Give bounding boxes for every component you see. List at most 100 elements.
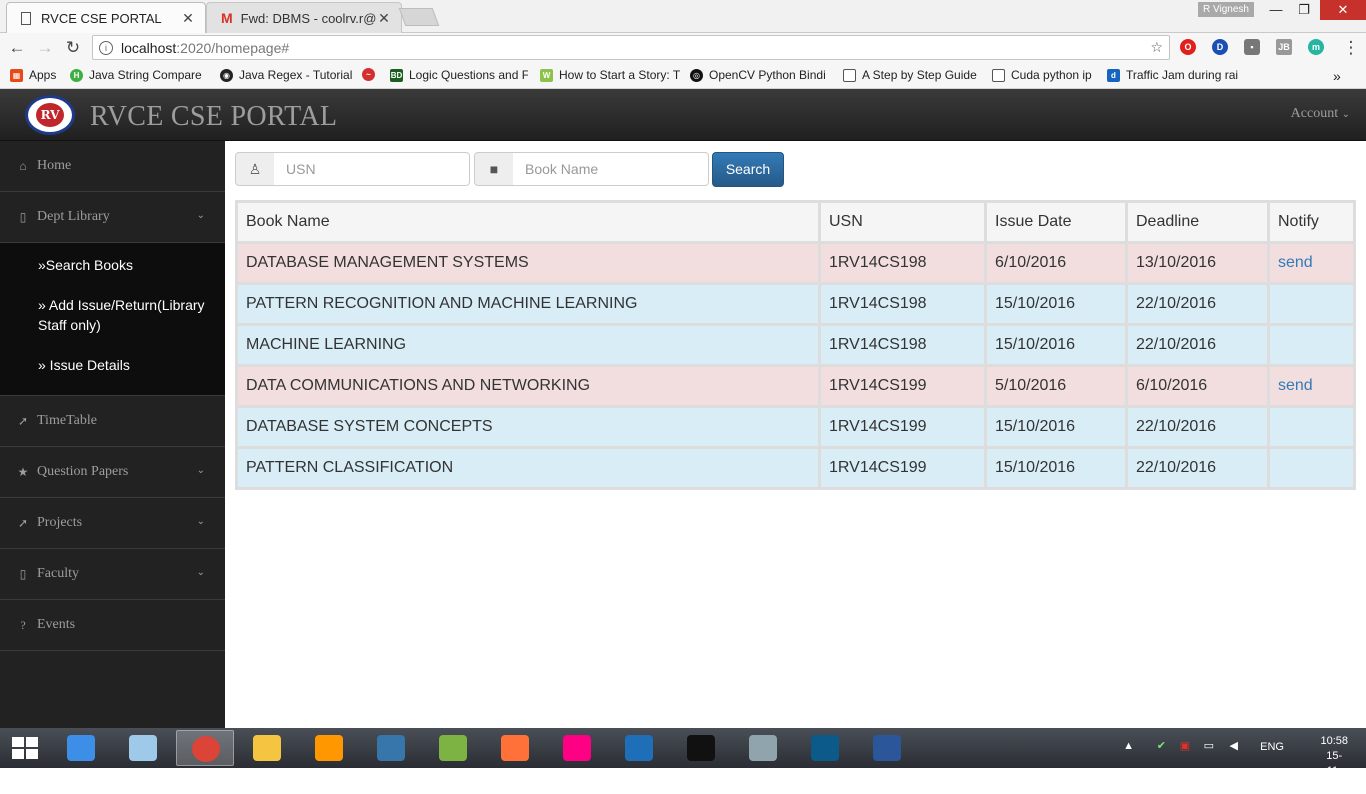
clock[interactable]: 10:58 15-11-2016 xyxy=(1320,734,1348,794)
submenu-add-issue-return[interactable]: » Add Issue/Return(Library Staff only) xyxy=(0,291,225,339)
network-icon[interactable]: ▣ xyxy=(1180,739,1190,752)
taskbar-python-button[interactable] xyxy=(362,730,420,766)
display-icon[interactable]: ▭ xyxy=(1204,739,1214,752)
column-header: Notify xyxy=(1267,200,1356,244)
opera-icon[interactable]: O xyxy=(1180,39,1196,55)
taskbar-command-prompt-button[interactable] xyxy=(672,730,730,766)
send-link[interactable]: send xyxy=(1278,377,1313,394)
sidebar-item-faculty[interactable]: ▯ Faculty ⌄ xyxy=(0,549,225,600)
star-icon: ★ xyxy=(17,464,29,479)
dashlane-icon[interactable]: D xyxy=(1212,39,1228,55)
tab-close-icon[interactable]: ✕ xyxy=(181,10,195,27)
back-button[interactable]: ← xyxy=(6,37,28,59)
taskbar-settings-gear-button[interactable] xyxy=(734,730,792,766)
clock-date: 15-11-2016 xyxy=(1321,750,1347,792)
bookmark-how-to-start[interactable]: W How to Start a Story: T xyxy=(540,68,680,82)
m-extension-icon[interactable]: m xyxy=(1308,39,1324,55)
brand-title[interactable]: RVCE CSE PORTAL xyxy=(90,101,337,133)
menu-icon[interactable]: ⋮ xyxy=(1340,37,1362,59)
sidebar-item-label: Faculty xyxy=(37,566,79,581)
tab-gmail[interactable]: M Fwd: DBMS - coolrv.r@gmail ✕ xyxy=(206,2,402,33)
sidebar-item-label: TimeTable xyxy=(37,413,97,428)
restore-button[interactable]: ❐ xyxy=(1290,0,1318,20)
bookmark-label: Java Regex - Tutorial xyxy=(239,68,353,82)
book-name-input[interactable]: Book Name xyxy=(513,152,709,186)
sidebar-item-label: Question Papers xyxy=(37,464,129,479)
taskbar-internet-explorer-button[interactable] xyxy=(52,730,110,766)
taskbar-notepad-button[interactable] xyxy=(114,730,172,766)
close-window-button[interactable]: ✕ xyxy=(1320,0,1366,20)
taskbar-word-button[interactable] xyxy=(858,730,916,766)
address-bar[interactable]: i localhost:2020/homepage# ☆ xyxy=(92,35,1170,60)
taskbar-firefox-button[interactable] xyxy=(486,730,544,766)
bookmark-apps[interactable]: ▦ Apps xyxy=(10,68,56,82)
sidebar-item-events[interactable]: ? Events xyxy=(0,600,225,651)
sidebar-item-projects[interactable]: ➚ Projects ⌄ xyxy=(0,498,225,549)
deadline-cell: 22/10/2016 xyxy=(1125,446,1270,490)
tray-expand-icon[interactable]: ▲ xyxy=(1123,740,1134,752)
sublime-text-icon xyxy=(315,735,343,761)
internet-explorer-icon xyxy=(67,735,95,761)
d-icon: d xyxy=(1107,68,1120,82)
shield-icon[interactable]: ✔ xyxy=(1157,739,1166,752)
taskbar-mysql-workbench-button[interactable] xyxy=(796,730,854,766)
bookmark-logic-questions[interactable]: BD Logic Questions and F xyxy=(390,68,528,82)
usn-cell: 1RV14CS199 xyxy=(818,405,987,449)
submenu-search-books[interactable]: »Search Books xyxy=(0,251,225,279)
taskbar-virtualbox-button[interactable] xyxy=(610,730,668,766)
mysql-workbench-icon xyxy=(811,735,839,761)
sidebar-item-label: Events xyxy=(37,617,76,632)
book-icon: ■ xyxy=(474,152,514,186)
rvce-logo[interactable]: RV xyxy=(25,95,75,135)
bookmark-step-by-step[interactable]: A Step by Step Guide xyxy=(843,68,977,82)
bookmark-star-icon[interactable]: ☆ xyxy=(1150,39,1163,56)
speaker-icon[interactable]: ◀ xyxy=(1230,739,1238,752)
bookmark-cuda-python[interactable]: Cuda python ip xyxy=(992,68,1100,82)
bookmark-traffic-jam[interactable]: d Traffic Jam during rai xyxy=(1107,68,1243,82)
forward-button[interactable]: → xyxy=(34,37,56,59)
bookmarks-overflow[interactable]: » xyxy=(1333,68,1341,84)
chevron-down-icon: ⌄ xyxy=(196,210,205,221)
taskbar-chrome-button[interactable] xyxy=(176,730,234,766)
column-header: Issue Date xyxy=(984,200,1128,244)
notepad-plus-icon xyxy=(439,735,467,761)
virtualbox-icon xyxy=(625,735,653,761)
tab-close-icon[interactable]: ✕ xyxy=(377,10,391,27)
search-button[interactable]: Search xyxy=(712,152,784,187)
new-tab-button[interactable] xyxy=(398,8,440,26)
usn-cell: 1RV14CS198 xyxy=(818,241,987,285)
windows-taskbar: ▲ ✔ ▣ ▭ ◀ ENG 10:58 15-11-2016 xyxy=(0,728,1366,792)
bookmark-label: Cuda python ip xyxy=(1011,68,1092,82)
send-link[interactable]: send xyxy=(1278,254,1313,271)
minimize-button[interactable]: — xyxy=(1262,0,1290,20)
sidebar-item-label: Dept Library xyxy=(37,209,110,224)
taskbar-notepad-plus-button[interactable] xyxy=(424,730,482,766)
language-indicator[interactable]: ENG xyxy=(1260,741,1284,753)
taskbar-sublime-text-button[interactable] xyxy=(300,730,358,766)
command-prompt-icon xyxy=(687,735,715,761)
reload-button[interactable]: ↻ xyxy=(62,37,84,59)
bookmark-red[interactable]: ~ xyxy=(362,68,384,81)
book-name-cell: DATA COMMUNICATIONS AND NETWORKING xyxy=(235,364,821,408)
bookmark-java-string[interactable]: H Java String Compare xyxy=(70,68,208,82)
settings-gear-icon xyxy=(749,735,777,761)
sidebar-item-timetable[interactable]: ➚ TimeTable xyxy=(0,396,225,447)
jb-icon[interactable]: JB xyxy=(1276,39,1292,55)
usn-input[interactable]: USN xyxy=(274,152,470,186)
submenu-issue-details[interactable]: » Issue Details xyxy=(0,351,225,379)
taskbar-flickr-button[interactable] xyxy=(548,730,606,766)
bookmark-java-regex[interactable]: ◉ Java Regex - Tutorial xyxy=(220,68,354,82)
bookmark-opencv[interactable]: ◎ OpenCV Python Bindi xyxy=(690,68,830,82)
send-icon: ➚ xyxy=(17,413,29,428)
account-dropdown[interactable]: Account ⌄ xyxy=(1291,106,1350,122)
sidebar-item-question-papers[interactable]: ★ Question Papers ⌄ xyxy=(0,447,225,498)
profile-badge[interactable]: R Vignesh xyxy=(1198,2,1254,17)
taskbar-file-explorer-button[interactable] xyxy=(238,730,296,766)
windows-start-icon[interactable] xyxy=(12,737,38,759)
sidebar-item-home[interactable]: ⌂ Home xyxy=(0,141,225,192)
github-icon: ◎ xyxy=(690,68,703,82)
sidebar-item-dept-library[interactable]: ▯ Dept Library ⌄ xyxy=(0,192,225,243)
tab-rvce-portal[interactable]: RVCE CSE PORTAL ✕ xyxy=(6,2,206,33)
extension-icon[interactable]: ▪ xyxy=(1244,39,1260,55)
info-icon[interactable]: i xyxy=(99,40,113,55)
